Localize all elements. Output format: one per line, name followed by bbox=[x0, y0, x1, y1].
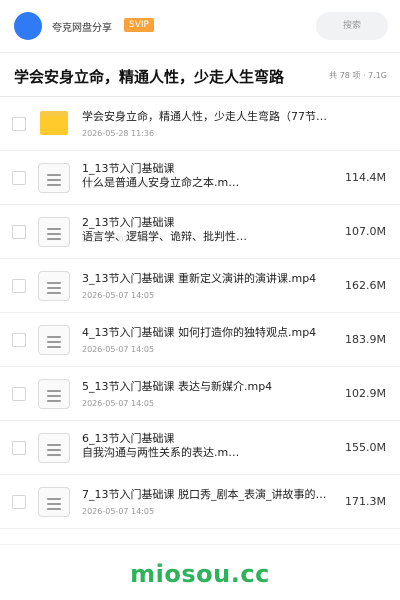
file-name[interactable]: 5_13节入门基础课 表达与新媒介.mp4 bbox=[82, 380, 332, 394]
app-header: 夸克网盘分享 SVIP 搜索 bbox=[0, 0, 400, 52]
row-checkbox[interactable] bbox=[12, 171, 26, 185]
file-row[interactable]: 2_13节入门基础课 语言学、逻辑学、诡辩、批判性… 2026-05-07 14:0… bbox=[0, 205, 400, 259]
search-input[interactable]: 搜索 bbox=[316, 12, 388, 40]
file-size: 162.6M bbox=[345, 279, 386, 292]
file-name-line1: 2_13节入门基础课 bbox=[82, 216, 175, 229]
file-name[interactable]: 7_13节入门基础课 脱口秀_剧本_表演_讲故事的… bbox=[82, 488, 332, 502]
file-name-line1: 4_13节入门基础课 如何打造你的独特观点.mp4 bbox=[82, 326, 317, 339]
file-row[interactable]: 1_13节入门基础课 什么是普通人安身立命之本.m… 2026-05-07 14:0… bbox=[0, 151, 400, 205]
file-date: 2026-05-07 14:05 bbox=[82, 235, 155, 244]
document-icon bbox=[38, 163, 70, 193]
document-icon bbox=[38, 433, 70, 463]
row-checkbox[interactable] bbox=[12, 117, 26, 131]
file-date: 2026-05-07 14:05 bbox=[82, 399, 155, 408]
file-size: 155.0M bbox=[345, 441, 386, 454]
folder-icon bbox=[40, 111, 68, 135]
row-checkbox[interactable] bbox=[12, 387, 26, 401]
file-size: 114.4M bbox=[345, 171, 386, 184]
file-date: 2026-05-07 14:05 bbox=[82, 507, 155, 516]
file-size: 183.9M bbox=[345, 333, 386, 346]
file-date: 2026-05-07 14:05 bbox=[82, 181, 155, 190]
watermark: miosou.cc bbox=[130, 560, 270, 588]
file-name[interactable]: 3_13节入门基础课 重新定义演讲的演讲课.mp4 bbox=[82, 272, 332, 286]
document-icon bbox=[38, 325, 70, 355]
file-name-line1: 学会安身立命，精通人性，少走人生弯路（77节课）_… bbox=[82, 110, 332, 123]
file-name-line1: 1_13节入门基础课 bbox=[82, 162, 175, 175]
document-icon bbox=[38, 271, 70, 301]
document-icon bbox=[38, 379, 70, 409]
row-checkbox[interactable] bbox=[12, 495, 26, 509]
svip-badge: SVIP bbox=[124, 18, 154, 32]
document-icon bbox=[38, 217, 70, 247]
row-checkbox[interactable] bbox=[12, 441, 26, 455]
file-list: 学会安身立命，精通人性，少走人生弯路（77节课）_… 2026-05-28 11:… bbox=[0, 97, 400, 529]
file-name-line1: 7_13节入门基础课 脱口秀_剧本_表演_讲故事的… bbox=[82, 488, 327, 501]
document-icon bbox=[38, 487, 70, 517]
file-name-line1: 6_13节入门基础课 bbox=[82, 432, 175, 445]
title-bar: 学会安身立命，精通人性，少走人生弯路 共 78 项 · 7.1G bbox=[0, 53, 400, 97]
brand-label: 夸克网盘分享 bbox=[52, 23, 112, 34]
row-checkbox[interactable] bbox=[12, 225, 26, 239]
file-size: 107.0M bbox=[345, 225, 386, 238]
file-name-line1: 3_13节入门基础课 重新定义演讲的演讲课.mp4 bbox=[82, 272, 317, 285]
avatar[interactable] bbox=[14, 12, 42, 40]
folder-row[interactable]: 学会安身立命，精通人性，少走人生弯路（77节课）_… 2026-05-28 11:… bbox=[0, 97, 400, 151]
page-meta: 共 78 项 · 7.1G bbox=[329, 71, 387, 80]
file-size: 102.9M bbox=[345, 387, 386, 400]
file-row[interactable]: 6_13节入门基础课 自我沟通与两性关系的表达.m… 2026-05-07 14:0… bbox=[0, 421, 400, 475]
file-row[interactable]: 7_13节入门基础课 脱口秀_剧本_表演_讲故事的… 2026-05-07 14:… bbox=[0, 475, 400, 529]
file-row[interactable]: 3_13节入门基础课 重新定义演讲的演讲课.mp4 2026-05-07 14:0… bbox=[0, 259, 400, 313]
file-name[interactable]: 4_13节入门基础课 如何打造你的独特观点.mp4 bbox=[82, 326, 332, 340]
file-date: 2026-05-07 14:05 bbox=[82, 291, 155, 300]
file-date: 2026-05-07 14:05 bbox=[82, 345, 155, 354]
page-title: 学会安身立命，精通人性，少走人生弯路 bbox=[14, 68, 285, 86]
file-row[interactable]: 5_13节入门基础课 表达与新媒介.mp4 2026-05-07 14:05 102… bbox=[0, 367, 400, 421]
file-row[interactable]: 4_13节入门基础课 如何打造你的独特观点.mp4 2026-05-07 14:0… bbox=[0, 313, 400, 367]
file-date: 2026-05-07 14:05 bbox=[82, 451, 155, 460]
file-name-line1: 5_13节入门基础课 表达与新媒介.mp4 bbox=[82, 380, 273, 393]
row-checkbox[interactable] bbox=[12, 333, 26, 347]
file-date: 2026-05-28 11:36 bbox=[82, 129, 155, 138]
footer-divider bbox=[0, 544, 400, 545]
row-checkbox[interactable] bbox=[12, 279, 26, 293]
file-size: 171.3M bbox=[345, 495, 386, 508]
file-name[interactable]: 学会安身立命，精通人性，少走人生弯路（77节课）_… bbox=[82, 110, 332, 124]
